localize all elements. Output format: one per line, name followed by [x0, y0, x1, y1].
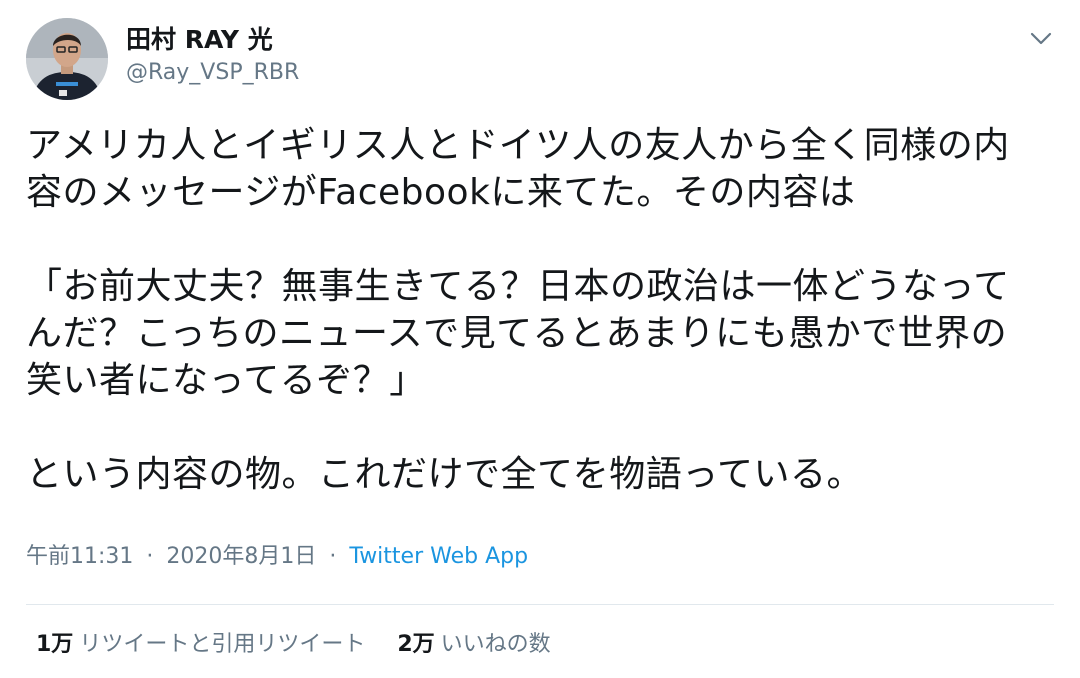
divider	[26, 604, 1054, 605]
tweet-time[interactable]: 午前11:31	[26, 544, 133, 569]
more-menu-button[interactable]	[1026, 24, 1056, 54]
meta-separator: ·	[146, 544, 154, 569]
author-info[interactable]: 田村 RAY 光 @Ray_VSP_RBR	[126, 24, 299, 88]
user-handle[interactable]: @Ray_VSP_RBR	[126, 58, 299, 88]
tweet: 田村 RAY 光 @Ray_VSP_RBR アメリカ人とイギリス人とドイツ人の友…	[0, 0, 1080, 678]
tweet-stats: 1万 リツイートと引用リツイート 2万 いいねの数	[36, 630, 551, 660]
chevron-down-icon	[1030, 32, 1052, 45]
retweets-count: 1万	[36, 632, 74, 657]
likes-label: いいねの数	[440, 632, 551, 657]
meta-separator: ·	[329, 544, 337, 569]
likes-count: 2万	[397, 632, 435, 657]
display-name[interactable]: 田村 RAY 光	[126, 24, 299, 56]
tweet-date[interactable]: 2020年8月1日	[166, 544, 316, 569]
likes-stat[interactable]: 2万 いいねの数	[397, 630, 550, 660]
avatar[interactable]	[26, 18, 108, 100]
tweet-header: 田村 RAY 光 @Ray_VSP_RBR	[26, 18, 1056, 104]
tweet-meta: 午前11:31 · 2020年8月1日 · Twitter Web App	[26, 542, 528, 572]
tweet-text: アメリカ人とイギリス人とドイツ人の友人から全く同様の内 容のメッセージがFace…	[26, 125, 1010, 495]
tweet-source-link[interactable]: Twitter Web App	[349, 544, 528, 569]
retweets-stat[interactable]: 1万 リツイートと引用リツイート	[36, 630, 365, 660]
retweets-label: リツイートと引用リツイート	[79, 632, 366, 657]
